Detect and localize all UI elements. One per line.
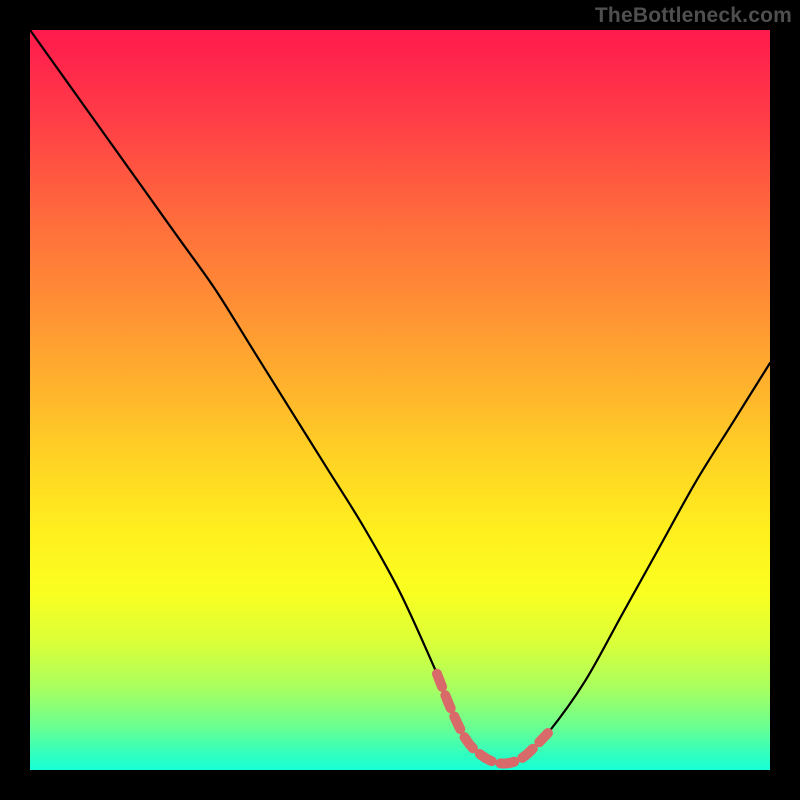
curve-svg xyxy=(30,30,770,770)
highlight-segment xyxy=(437,674,548,764)
chart-frame: TheBottleneck.com xyxy=(0,0,800,800)
bottleneck-curve xyxy=(30,30,770,764)
watermark-text: TheBottleneck.com xyxy=(595,4,792,28)
plot-area xyxy=(30,30,770,770)
